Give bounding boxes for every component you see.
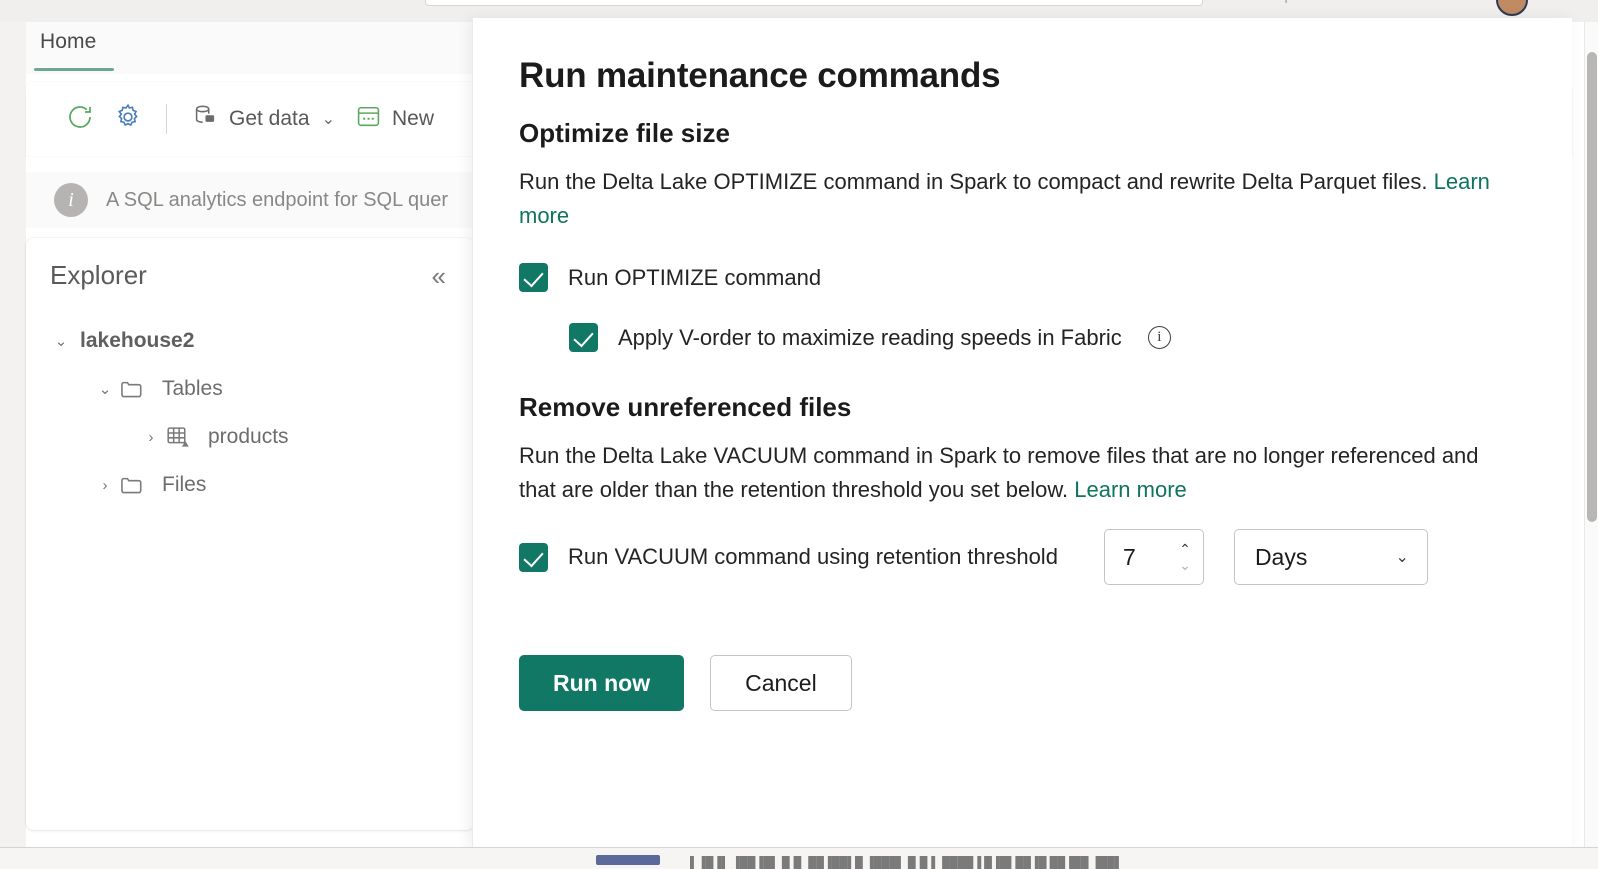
taskbar-active-app[interactable]	[596, 855, 660, 865]
tree-item-products[interactable]: › products	[26, 413, 474, 461]
tree-item-files[interactable]: › Files	[26, 461, 474, 509]
explorer-tree: ⌄ lakehouse2 ⌄ Tables › products › Files	[26, 317, 474, 509]
checkmark-icon[interactable]	[569, 323, 598, 353]
table-icon	[164, 423, 202, 451]
checkbox-run-vacuum-label: Run VACUUM command using retention thres…	[568, 544, 1058, 570]
get-data-button[interactable]: Get data ⌄	[181, 95, 345, 143]
vacuum-learn-more-link[interactable]: Learn more	[1074, 477, 1187, 502]
tab-home[interactable]: Home	[34, 30, 102, 64]
tree-item-tables[interactable]: ⌄ Tables	[26, 365, 474, 413]
stepper-arrows: ⌃ ⌄	[1173, 542, 1203, 572]
checkmark-icon[interactable]	[519, 263, 548, 293]
checkbox-apply-vorder-label: Apply V-order to maximize reading speeds…	[618, 324, 1122, 350]
gear-icon	[113, 102, 143, 137]
info-icon[interactable]: i	[1147, 326, 1171, 350]
app-window: + Home	[0, 0, 1598, 869]
avatar[interactable]	[1496, 0, 1528, 16]
page-title: Explorer	[50, 260, 147, 290]
vacuum-controls-row: Run VACUUM command using retention thres…	[519, 529, 1526, 586]
info-bar-message: A SQL analytics endpoint for SQL quer	[106, 188, 449, 211]
checkbox-apply-vorder[interactable]: Apply V-order to maximize reading speeds…	[569, 316, 1526, 360]
new-label: New	[391, 107, 434, 130]
chevron-right-icon[interactable]: ›	[138, 429, 164, 446]
checkbox-run-optimize-label: Run OPTIMIZE command	[568, 264, 822, 290]
info-icon: i	[54, 183, 88, 217]
settings-button[interactable]	[104, 95, 152, 143]
explorer-header: Explorer «	[26, 238, 474, 291]
chevron-right-icon[interactable]: ›	[92, 477, 118, 494]
checkbox-run-vacuum[interactable]: Run VACUUM command using retention thres…	[519, 535, 1058, 579]
optimize-section-heading: Optimize file size	[519, 118, 730, 148]
new-table-icon	[355, 103, 382, 136]
retention-unit-value: Days	[1254, 543, 1308, 570]
collapse-panel-button[interactable]: «	[432, 263, 450, 289]
get-data-label: Get data	[229, 107, 310, 130]
chevron-down-icon: ⌄	[321, 111, 335, 128]
left-gutter	[0, 22, 26, 847]
run-now-button[interactable]: Run now	[519, 655, 685, 712]
run-maintenance-dialog: Run maintenance commands Optimize file s…	[472, 18, 1572, 851]
chevron-down-icon: ⌄	[1395, 549, 1409, 567]
taskbar-labels: ▌▐█▐▌ ▐██▐█▌ █▐▌ ██▐██▌█ ▐███▌ █▐▌▌ ████…	[690, 857, 1123, 869]
tree-item-lakehouse2[interactable]: ⌄ lakehouse2	[26, 317, 474, 365]
toolbar-divider	[166, 104, 167, 134]
refresh-icon	[65, 102, 95, 137]
tree-item-label: Tables	[162, 377, 223, 400]
retention-unit-select[interactable]: Days ⌄	[1233, 529, 1428, 586]
retention-value-stepper[interactable]: 7 ⌃ ⌄	[1103, 529, 1204, 586]
new-button[interactable]: New	[345, 95, 444, 143]
vacuum-section: Remove unreferenced files Run the Delta …	[519, 392, 1526, 586]
cancel-button[interactable]: Cancel	[710, 655, 852, 712]
chevron-down-icon[interactable]: ⌄	[48, 332, 74, 350]
tree-item-label: lakehouse2	[80, 329, 195, 352]
chevron-down-icon[interactable]: ⌄	[92, 380, 118, 398]
checkmark-icon[interactable]	[519, 542, 548, 572]
checkbox-run-optimize[interactable]: Run OPTIMIZE command	[519, 256, 1526, 300]
vacuum-description-text: Run the Delta Lake VACUUM command in Spa…	[519, 442, 1479, 502]
chevron-up-icon[interactable]: ⌃	[1179, 542, 1191, 556]
optimize-description: Run the Delta Lake OPTIMIZE command in S…	[519, 165, 1519, 234]
tab-home-active-indicator	[34, 68, 114, 71]
refresh-button[interactable]	[56, 95, 104, 143]
page-scrollbar[interactable]	[1584, 22, 1598, 847]
tree-item-label: products	[208, 425, 289, 448]
vacuum-description: Run the Delta Lake VACUUM command in Spa…	[519, 439, 1519, 508]
dialog-title: Run maintenance commands	[519, 56, 1001, 95]
chevron-down-icon[interactable]: ⌄	[1179, 558, 1191, 572]
explorer-panel: Explorer « ⌄ lakehouse2 ⌄ Tables › produ…	[26, 238, 474, 830]
retention-value[interactable]: 7	[1105, 544, 1173, 571]
scrollbar-thumb[interactable]	[1587, 52, 1597, 522]
folder-icon	[118, 472, 156, 499]
vacuum-section-heading: Remove unreferenced files	[519, 391, 852, 422]
optimize-description-text: Run the Delta Lake OPTIMIZE command in S…	[519, 169, 1434, 194]
database-icon	[191, 102, 219, 136]
add-icon[interactable]: +	[1282, 0, 1296, 6]
global-search-input[interactable]	[425, 0, 1203, 6]
os-taskbar: ▌▐█▐▌ ▐██▐█▌ █▐▌ ██▐██▌█ ▐███▌ █▐▌▌ ████…	[0, 847, 1598, 869]
dialog-actions: Run now Cancel	[519, 655, 1526, 712]
folder-icon	[118, 376, 156, 403]
tree-item-label: Files	[162, 473, 207, 496]
